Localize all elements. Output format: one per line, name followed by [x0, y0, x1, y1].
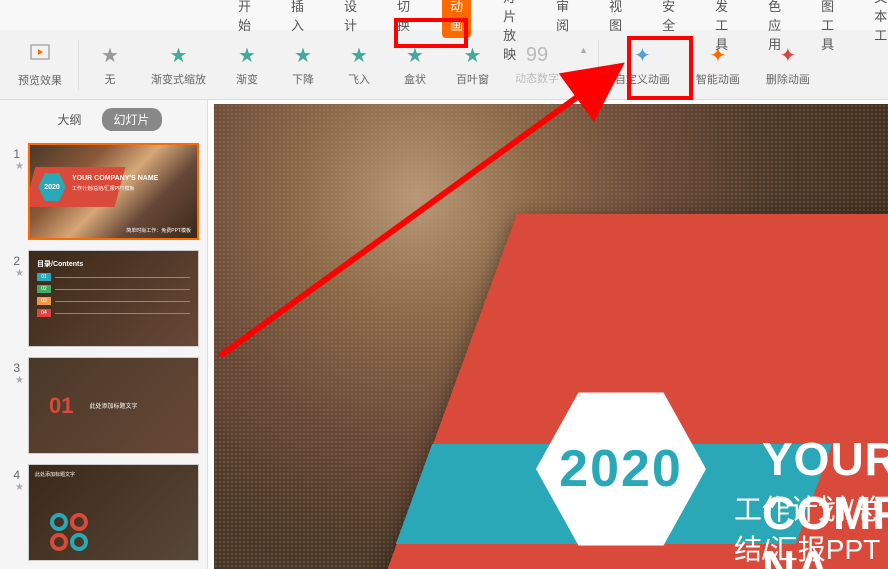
slide-canvas[interactable]: 2020 YOUR COMPANY'S NA 工作计划/总结/汇报PPT	[208, 100, 888, 569]
tab-draw[interactable]: 绘图工具	[813, 0, 842, 57]
slide-thumbnail-4[interactable]: 此处添加标题文字	[28, 464, 199, 561]
anim-drop[interactable]: ★下降	[278, 39, 328, 91]
slide-number: 4	[8, 464, 24, 482]
tab-design[interactable]: 设计	[336, 0, 365, 38]
gallery-scroll[interactable]: ▲▼	[579, 45, 588, 85]
tab-start[interactable]: 开始	[230, 0, 259, 38]
tab-special[interactable]: 特色应用	[760, 0, 789, 57]
thumb-text: 此处添加标题文字	[89, 401, 137, 410]
preview-icon	[29, 41, 51, 69]
tab-slideshow[interactable]: 幻灯片放映	[495, 0, 524, 67]
slide-content: 2020 YOUR COMPANY'S NA 工作计划/总结/汇报PPT	[214, 104, 888, 569]
preview-effect-button[interactable]: 预览效果	[8, 37, 72, 92]
star-icon: ★	[350, 43, 368, 68]
thumb-big-num: 01	[49, 393, 73, 419]
outline-tab[interactable]: 大纲	[45, 108, 93, 131]
workspace: 大纲 幻灯片 1★ 2020 YOUR COMPANY'S NAME 工作计划/…	[0, 100, 888, 569]
star-icon: ★	[170, 43, 188, 68]
thumb-sub: 工作计划/总结/汇报PPT模板	[72, 185, 135, 192]
slides-tab[interactable]: 幻灯片	[102, 108, 162, 131]
tab-insert[interactable]: 插入	[283, 0, 312, 38]
thumbnails: 1★ 2020 YOUR COMPANY'S NAME 工作计划/总结/汇报PP…	[0, 139, 207, 569]
thumb-foot: 简单时尚工作：免费PPT模板	[126, 227, 191, 234]
star-icon: ★	[8, 268, 24, 279]
slide-year: 2020	[559, 439, 683, 499]
thumb-title: 目录/Contents	[37, 259, 190, 269]
slide-subtitle: 工作计划/总结/汇报PPT	[734, 488, 888, 568]
tab-devtools[interactable]: 开发工具	[707, 0, 736, 57]
anim-flyin[interactable]: ★飞入	[334, 39, 384, 91]
thumb-row: 1★ 2020 YOUR COMPANY'S NAME 工作计划/总结/汇报PP…	[8, 143, 199, 240]
slide-thumbnail-3[interactable]: 01 此处添加标题文字	[28, 357, 199, 454]
panel-tabs: 大纲 幻灯片	[0, 100, 207, 139]
annotation-highlight-custom-anim	[627, 36, 693, 100]
tab-review[interactable]: 审阅	[548, 0, 577, 38]
tab-text[interactable]: 文本工	[866, 0, 888, 48]
star-icon: ★	[8, 161, 24, 172]
preview-label: 预览效果	[18, 72, 62, 88]
star-icon: ★	[8, 482, 24, 493]
anim-zoom[interactable]: ★渐变式缩放	[141, 39, 216, 91]
slide-number: 3	[8, 357, 24, 375]
thumb-row: 3★ 01 此处添加标题文字	[8, 357, 199, 454]
thumb-title: 此处添加标题文字	[35, 471, 192, 478]
star-icon: ★	[8, 375, 24, 386]
divider	[598, 40, 599, 90]
anim-fade[interactable]: ★渐变	[222, 39, 272, 91]
thumb-row: 2★ 目录/Contents 01 02 03 04	[8, 250, 199, 347]
star-icon: ★	[294, 43, 312, 68]
num-icon: 99	[526, 44, 548, 67]
thumb-row: 4★ 此处添加标题文字	[8, 464, 199, 561]
star-icon: ★	[238, 43, 256, 68]
anim-none[interactable]: ★无	[85, 39, 135, 91]
tab-security[interactable]: 安全	[654, 0, 683, 38]
tab-view[interactable]: 视图	[601, 0, 630, 38]
annotation-highlight-animation-tab	[394, 18, 468, 48]
slide-thumbnail-2[interactable]: 目录/Contents 01 02 03 04	[28, 250, 199, 347]
divider	[78, 40, 79, 90]
slide-number: 2	[8, 250, 24, 268]
star-icon: ★	[101, 43, 119, 68]
thumb-title: YOUR COMPANY'S NAME	[72, 175, 158, 182]
slide-thumbnail-1[interactable]: 2020 YOUR COMPANY'S NAME 工作计划/总结/汇报PPT模板…	[28, 143, 199, 240]
slide-panel: 大纲 幻灯片 1★ 2020 YOUR COMPANY'S NAME 工作计划/…	[0, 100, 208, 569]
slide-number: 1	[8, 143, 24, 161]
